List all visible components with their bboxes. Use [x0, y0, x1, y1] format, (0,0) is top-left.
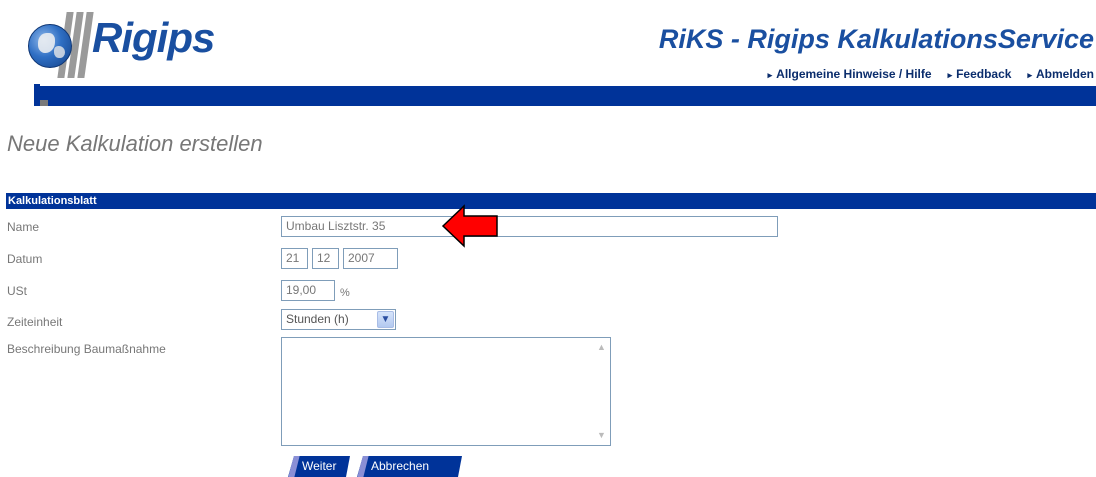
globe-icon — [28, 24, 72, 68]
header-bar-accent — [40, 100, 48, 106]
ust-input[interactable]: 19,00 — [281, 280, 335, 301]
beschreibung-textarea[interactable]: ▲ ▼ — [281, 337, 611, 446]
top-navigation: Allgemeine Hinweise / Hilfe Feedback Abm… — [768, 67, 1094, 81]
scroll-up-icon[interactable]: ▲ — [596, 342, 607, 353]
ust-label: USt — [7, 284, 28, 298]
date-month-input[interactable]: 12 — [312, 248, 339, 269]
date-day-input[interactable]: 21 — [281, 248, 308, 269]
red-arrow-annotation — [441, 204, 498, 248]
section-header: Kalkulationsblatt — [6, 193, 1096, 209]
percent-unit: % — [340, 287, 350, 299]
zeiteinheit-value: Stunden (h) — [286, 312, 349, 326]
abbrechen-button[interactable]: Abbrechen — [357, 456, 462, 477]
logo-text: Rigips — [92, 14, 215, 61]
weiter-button[interactable]: Weiter — [288, 456, 350, 477]
name-label: Name — [7, 220, 40, 234]
name-input[interactable]: Umbau Lisztstr. 35 — [281, 216, 778, 237]
page-title: Neue Kalkulation erstellen — [7, 131, 263, 156]
help-link[interactable]: Allgemeine Hinweise / Hilfe — [768, 67, 931, 81]
zeiteinheit-select[interactable]: Stunden (h) ▼ — [281, 309, 396, 330]
feedback-link[interactable]: Feedback — [948, 67, 1011, 81]
header-bar-corner — [34, 84, 40, 96]
logout-link[interactable]: Abmelden — [1027, 67, 1094, 81]
scroll-down-icon[interactable]: ▼ — [596, 430, 607, 441]
zeiteinheit-label: Zeiteinheit — [7, 315, 63, 329]
service-title: RiKS - Rigips KalkulationsService — [658, 24, 1094, 54]
date-year-input[interactable]: 2007 — [343, 248, 398, 269]
beschreibung-label: Beschreibung Baumaßnahme — [7, 342, 166, 356]
chevron-down-icon[interactable]: ▼ — [377, 311, 394, 328]
header-bar — [34, 86, 1096, 106]
rigips-logo: Rigips — [20, 6, 220, 78]
datum-label: Datum — [7, 252, 43, 266]
red-arrow-shape — [441, 204, 498, 248]
